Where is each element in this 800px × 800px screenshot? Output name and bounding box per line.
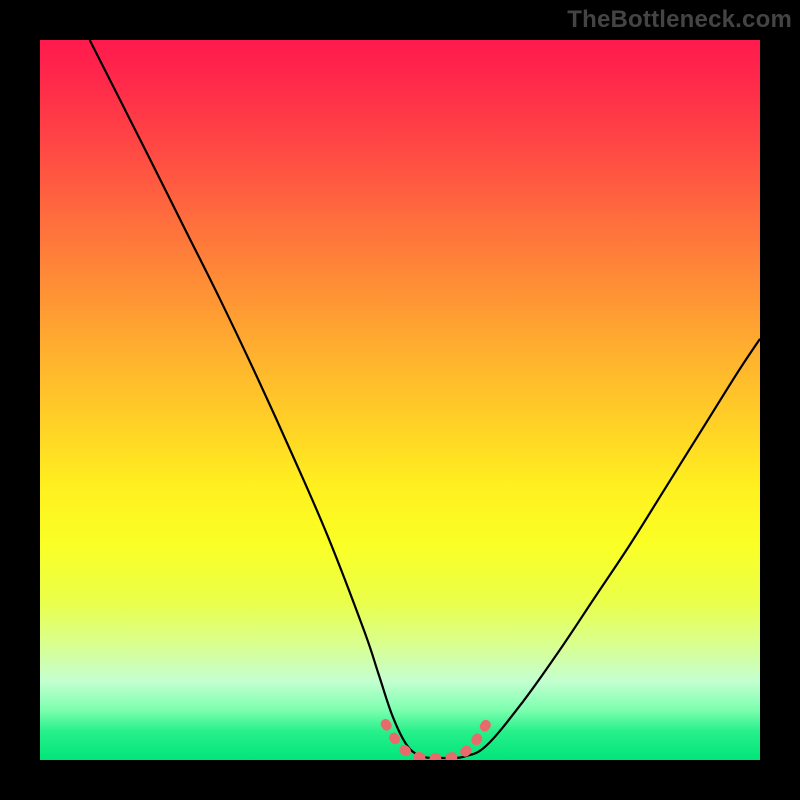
bottleneck-curve-svg	[40, 40, 760, 760]
bottleneck-curve	[90, 40, 760, 758]
watermark-text: TheBottleneck.com	[567, 6, 792, 34]
plot-area	[40, 40, 760, 760]
flat-bottom-accent	[386, 724, 487, 758]
chart-frame: TheBottleneck.com	[0, 0, 800, 800]
